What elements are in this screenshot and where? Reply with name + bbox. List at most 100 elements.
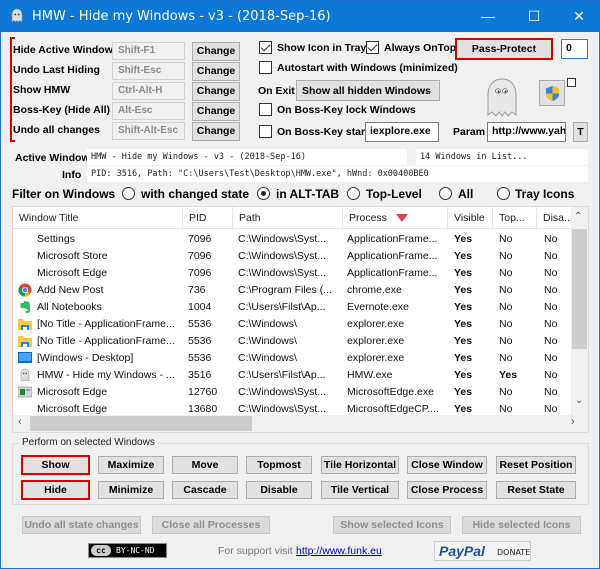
reset-state-button[interactable]: Reset State [496,481,576,499]
hotkey-field[interactable]: Ctrl-Alt-H [112,82,185,100]
change-button[interactable]: Change [192,82,240,101]
title-bar: HMW - Hide my Windows - v3 - (2018-Sep-1… [1,1,600,32]
cascade-button[interactable]: Cascade [172,481,238,499]
move-button[interactable]: Move [172,456,238,474]
filter-radio-top-level[interactable] [347,187,360,200]
change-button[interactable]: Change [192,122,240,141]
scroll-right-icon[interactable]: › [571,416,575,428]
cell-disabled: No [544,267,558,279]
filter-radio-alt-tab[interactable] [257,187,270,200]
table-row[interactable]: Settings 7096 C:\Windows\Syst... Applicatio… [13,231,573,248]
hotkey-label: Boss-Key (Hide All) [13,104,111,116]
autostart-label: Autostart with Windows (minimized) [277,62,458,74]
table-row[interactable]: Microsoft Edge 7096 C:\Windows\Syst... Appl… [13,265,573,282]
column-header-pid[interactable]: PID [183,207,233,229]
column-header-disabled[interactable]: Disa... [537,207,573,229]
show-selected-icons-button[interactable]: Show selected Icons [333,516,451,534]
column-header-process[interactable]: Process [343,207,448,229]
cell-pid: 5536 [188,335,212,347]
hotkey-field[interactable]: Shift-F1 [112,42,185,60]
cc-license-badge[interactable]: cc BY-NC-ND [88,543,167,558]
disable-button[interactable]: Disable [246,481,312,499]
ghost-app-icon [11,8,23,23]
support-text: For support visit [218,545,293,557]
scroll-left-icon[interactable]: ‹ [18,416,22,428]
table-row[interactable]: [No Title - ApplicationFrame... 5536 C:\Wi… [13,316,573,333]
hotkey-label: Undo all changes [13,124,100,136]
filter-radio-changed-state[interactable] [122,187,135,200]
table-row[interactable]: HMW - Hide my Windows - ... 3516 C:\Users\… [13,367,573,384]
column-header-path[interactable]: Path [233,207,343,229]
maximize-button[interactable]: Maximize [98,456,164,474]
show-icon-in-tray-checkbox[interactable] [259,41,272,54]
table-row[interactable]: [Windows - Desktop] 5536 C:\Windows\ explor… [13,350,573,367]
table-row[interactable]: [No Title - ApplicationFrame... 5536 C:\Wi… [13,333,573,350]
folder-icon [18,334,32,348]
windows-list[interactable]: Window Title PID Path Process Visible To… [12,206,589,433]
hotkey-field[interactable]: Shift-Esc [112,62,185,80]
perform-group-label: Perform on selected Windows [20,437,157,448]
always-ontop-checkbox[interactable] [366,41,379,54]
topmost-button[interactable]: Topmost [246,456,312,474]
reset-position-button[interactable]: Reset Position [496,456,576,474]
column-label: Top... [499,212,525,224]
cell-title: [No Title - ApplicationFrame... [37,335,175,347]
show-button[interactable]: Show [21,455,90,475]
boss-lock-checkbox[interactable] [259,103,272,116]
on-exit-dropdown[interactable]: Show all hidden Windows ⌄ [296,80,440,101]
table-row[interactable]: All Notebooks 1004 C:\Users\Filst\Ap... Eve… [13,299,573,316]
change-button[interactable]: Change [192,42,240,61]
scroll-down-icon[interactable]: ⌄ [575,395,583,406]
change-button[interactable]: Change [192,62,240,81]
column-header-title[interactable]: Window Title [13,207,183,229]
horizontal-scrollbar[interactable]: ‹ › [13,415,588,432]
uac-shield-button[interactable] [539,80,565,106]
minimize-button[interactable]: Minimize [98,481,164,499]
param-field[interactable]: http://www.yahc [487,122,566,142]
t-button[interactable]: T [573,122,588,142]
hide-button[interactable]: Hide [21,480,90,500]
cell-disabled: No [544,386,558,398]
cell-top: No [499,301,513,313]
filter-radio-tray-icons[interactable] [497,187,510,200]
close-process-button[interactable]: Close Process [407,481,487,499]
vertical-scrollbar[interactable]: ⌃ ⌄ [571,207,588,417]
boss-start-checkbox[interactable] [259,125,272,138]
tile-vertical-button[interactable]: Tile Vertical [321,481,399,499]
hotkey-field[interactable]: Shift-Alt-Esc [112,122,185,140]
scroll-up-icon[interactable]: ⌃ [574,211,582,222]
ghost-icon [18,368,32,382]
cell-pid: 7096 [188,233,212,245]
paypal-donate-button[interactable]: PayPal DONATE [434,541,531,561]
pass-protect-button[interactable]: Pass-Protect [455,38,553,60]
autostart-checkbox[interactable] [259,61,272,74]
change-button[interactable]: Change [192,102,240,121]
maximize-button[interactable]: ☐ [511,1,557,32]
close-button[interactable]: ✕ [556,1,600,32]
undo-all-state-changes-button[interactable]: Undo all state changes [22,516,141,534]
boss-start-program-field[interactable]: iexplore.exe [365,122,439,142]
pass-count-field[interactable]: 0 [561,39,588,59]
horizontal-scroll-thumb[interactable] [30,416,252,431]
table-row[interactable]: Microsoft Edge 12760 C:\Windows\Syst... Mic… [13,384,573,401]
column-header-topmost[interactable]: Top... [493,207,537,229]
close-window-button[interactable]: Close Window [407,456,487,474]
table-row[interactable]: Microsoft Store 7096 C:\Windows\Syst... App… [13,248,573,265]
table-row[interactable]: Add New Post 736 C:\Program Files (... chro… [13,282,573,299]
hide-selected-icons-button[interactable]: Hide selected Icons [462,516,581,534]
hotkey-field[interactable]: Alt-Esc [112,102,185,120]
filter-option-label: Top-Level [366,187,422,201]
cell-process: ApplicationFrame... [347,250,438,262]
cell-title: [No Title - ApplicationFrame... [37,318,175,330]
small-checkbox[interactable] [567,78,576,87]
vertical-scroll-thumb[interactable] [572,229,587,349]
cell-path: C:\Windows\Syst... [238,233,327,245]
minimize-button[interactable]: — [465,1,511,32]
desktop-icon [18,351,32,365]
support-link[interactable]: http://www.funk.eu [296,545,382,557]
filter-radio-all[interactable] [439,187,452,200]
cell-pid: 5536 [188,318,212,330]
tile-horizontal-button[interactable]: Tile Horizontal [321,456,399,474]
column-header-visible[interactable]: Visible [448,207,493,229]
close-all-processes-button[interactable]: Close all Processes [152,516,270,534]
